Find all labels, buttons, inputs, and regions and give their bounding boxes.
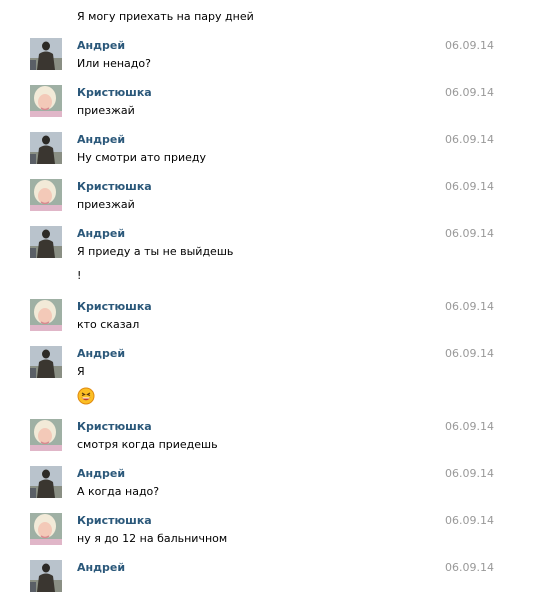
message-date: 06.09.14 <box>445 86 494 99</box>
message-text: ну я до 12 на бальничном <box>77 532 228 545</box>
andrey-avatar-icon <box>30 346 62 378</box>
message-text: ! <box>77 269 82 282</box>
message-text: А когда надо? <box>77 485 160 498</box>
avatar[interactable] <box>30 513 62 545</box>
message-date: 06.09.14 <box>445 514 494 527</box>
andrey-avatar-icon <box>30 38 62 70</box>
andrey-avatar-icon <box>30 226 62 258</box>
message-text: Я могу приехать на пару дней <box>77 10 254 23</box>
message-text: Или ненадо? <box>77 57 151 70</box>
message-text: смотря когда приедешь <box>77 438 218 451</box>
message-text: Я приеду а ты не выйдешь <box>77 245 234 258</box>
author-name[interactable]: Андрей <box>77 467 125 480</box>
author-name[interactable]: Андрей <box>77 227 125 240</box>
avatar[interactable] <box>30 132 62 164</box>
author-name[interactable]: Кристюшка <box>77 180 152 193</box>
message-date: 06.09.14 <box>445 561 494 574</box>
message-text: Я <box>77 365 85 378</box>
message-date: 06.09.14 <box>445 39 494 52</box>
avatar[interactable] <box>30 85 62 117</box>
avatar[interactable] <box>30 38 62 70</box>
andrey-avatar-icon <box>30 132 62 164</box>
kristyushka-avatar-icon <box>30 299 62 331</box>
author-name[interactable]: Андрей <box>77 561 125 574</box>
author-name[interactable]: Кристюшка <box>77 514 152 527</box>
avatar[interactable] <box>30 466 62 498</box>
laughing-face-icon <box>77 387 95 405</box>
message-date: 06.09.14 <box>445 467 494 480</box>
kristyushka-avatar-icon <box>30 513 62 545</box>
author-name[interactable]: Кристюшка <box>77 420 152 433</box>
message-text: Ну смотри ато приеду <box>77 151 206 164</box>
avatar[interactable] <box>30 419 62 451</box>
avatar[interactable] <box>30 226 62 258</box>
message-date: 06.09.14 <box>445 347 494 360</box>
andrey-avatar-icon <box>30 560 62 592</box>
avatar[interactable] <box>30 299 62 331</box>
author-name[interactable]: Андрей <box>77 133 125 146</box>
author-name[interactable]: Андрей <box>77 347 125 360</box>
message-text: приезжай <box>77 104 135 117</box>
message-date: 06.09.14 <box>445 420 494 433</box>
message-text: кто сказал <box>77 318 140 331</box>
avatar[interactable] <box>30 560 62 592</box>
andrey-avatar-icon <box>30 466 62 498</box>
message-date: 06.09.14 <box>445 227 494 240</box>
kristyushka-avatar-icon <box>30 179 62 211</box>
message-text: приезжай <box>77 198 135 211</box>
message-date: 06.09.14 <box>445 300 494 313</box>
kristyushka-avatar-icon <box>30 419 62 451</box>
author-name[interactable]: Андрей <box>77 39 125 52</box>
message-date: 06.09.14 <box>445 180 494 193</box>
avatar[interactable] <box>30 179 62 211</box>
kristyushka-avatar-icon <box>30 85 62 117</box>
avatar[interactable] <box>30 346 62 378</box>
author-name[interactable]: Кристюшка <box>77 300 152 313</box>
message-date: 06.09.14 <box>445 133 494 146</box>
author-name[interactable]: Кристюшка <box>77 86 152 99</box>
